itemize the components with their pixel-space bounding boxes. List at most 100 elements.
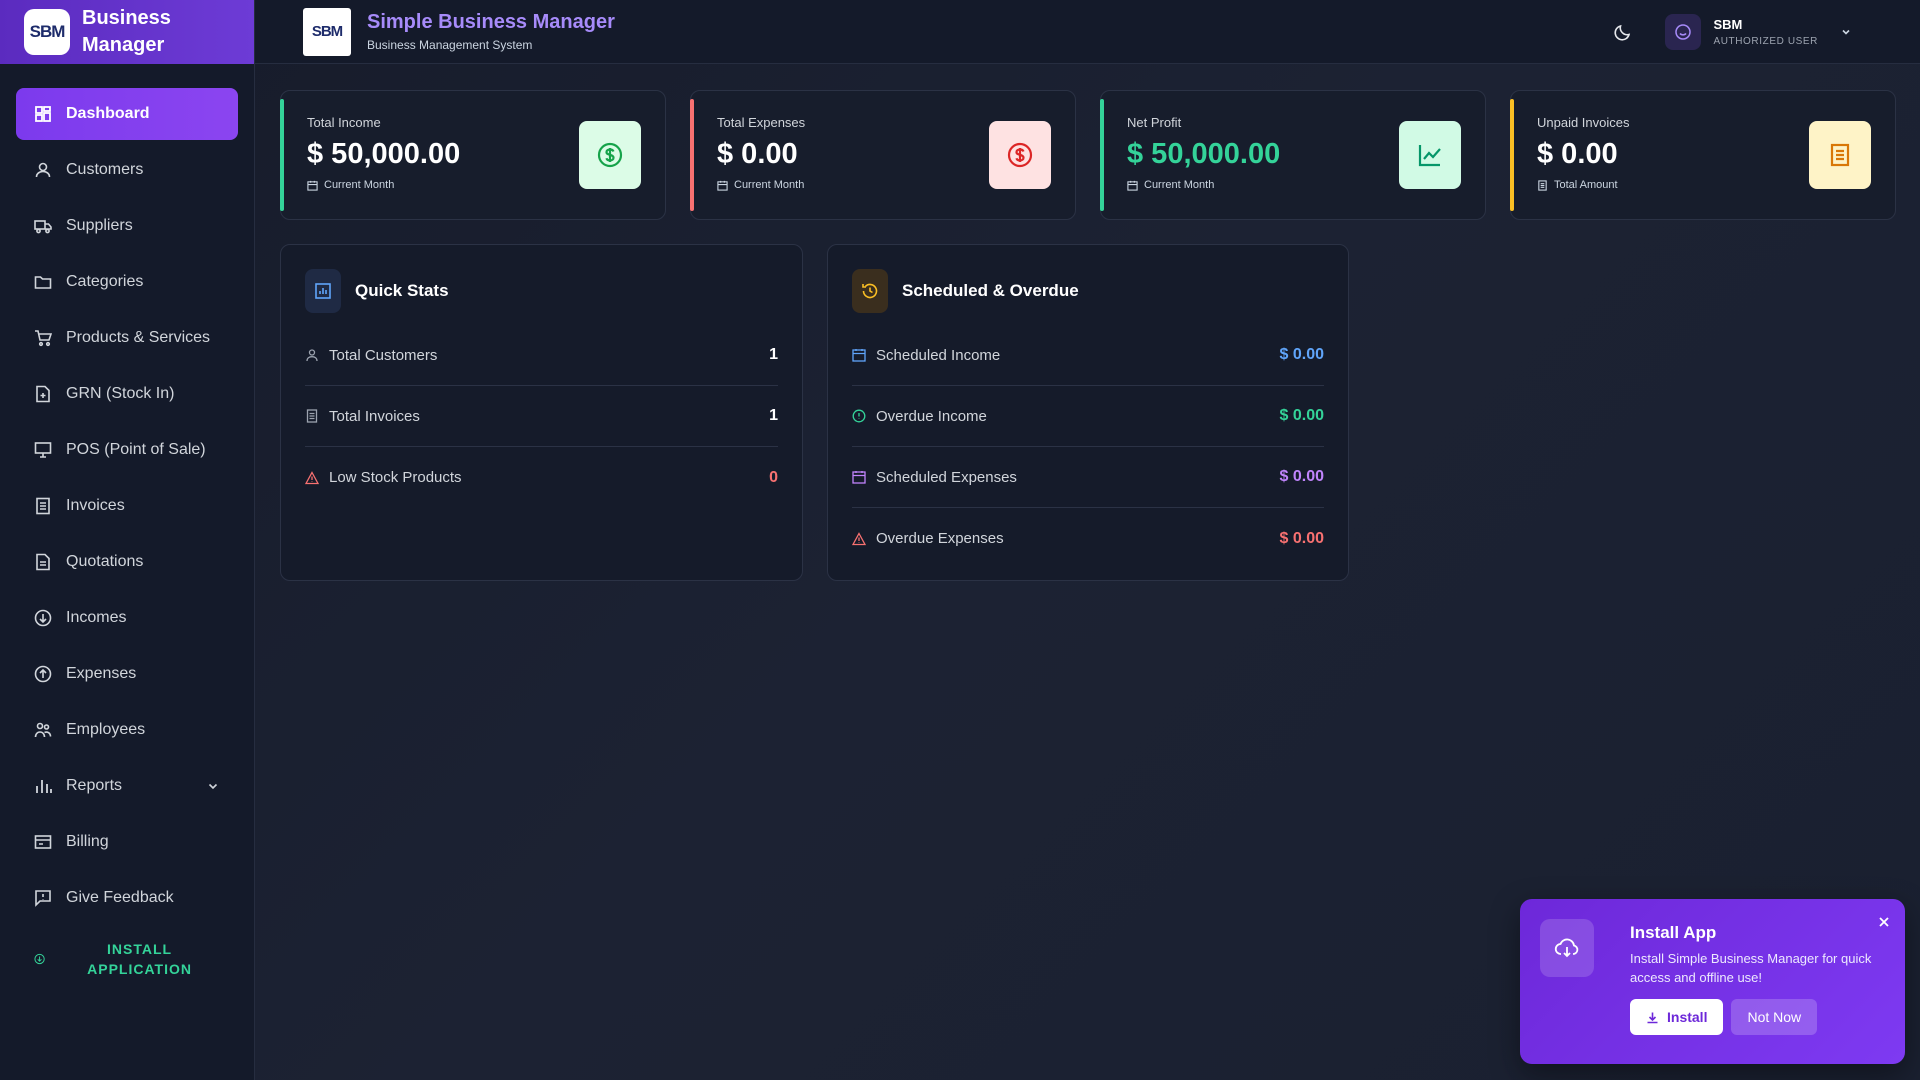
document-icon (1538, 179, 1547, 191)
sidebar-item-products[interactable]: Products & Services (16, 312, 238, 364)
sidebar-item-pos[interactable]: POS (Point of Sale) (16, 424, 238, 476)
stat-cards: Total Income $ 50,000.00 Current Month T… (280, 90, 1896, 220)
sidebar-item-label: Suppliers (66, 217, 133, 234)
sidebar-item-reports[interactable]: Reports (16, 760, 238, 812)
brand-logo: SBM (24, 9, 70, 55)
stat-icon-box (1399, 121, 1461, 189)
header-text: Simple Business Manager Business Managem… (367, 11, 615, 52)
sidebar-brand[interactable]: SBM Business Manager (0, 0, 254, 64)
sidebar-item-label: Products & Services (66, 329, 211, 346)
row-value: $ 0.00 (1279, 529, 1324, 547)
row-label: Scheduled Expenses (876, 468, 1017, 486)
grid-icon (35, 106, 51, 122)
chevron-down-icon[interactable] (206, 779, 220, 793)
install-button-label: Install (1667, 1009, 1708, 1025)
stat-card-total-income: Total Income $ 50,000.00 Current Month (280, 90, 666, 220)
sidebar-item-label: Employees (66, 721, 146, 738)
billing-icon (34, 835, 52, 849)
row-value: 1 (769, 346, 778, 363)
row-label: Total Customers (329, 346, 438, 364)
file-plus-icon (36, 385, 50, 403)
sidebar-item-label: Billing (66, 833, 109, 850)
calendar-icon (1127, 180, 1138, 191)
not-now-button[interactable]: Not Now (1731, 999, 1818, 1035)
arrow-down-circle-icon (34, 609, 52, 627)
user-icon (35, 162, 51, 178)
row-value: $ 0.00 (1279, 407, 1324, 424)
invoice-icon (36, 497, 50, 515)
people-icon (34, 722, 52, 738)
folder-icon (34, 276, 52, 289)
user-name: SBM (1713, 16, 1743, 32)
row-overdue-income: Overdue Income $ 0.00 (852, 386, 1324, 447)
header-actions: SBM AUTHORIZED USER (1603, 8, 1872, 56)
moon-icon (1614, 24, 1631, 41)
row-label: Overdue Expenses (876, 530, 1004, 547)
feedback-icon (35, 890, 51, 907)
cloud-download-icon (34, 953, 45, 965)
document-icon (306, 409, 318, 423)
panel-header: Scheduled & Overdue (852, 269, 1324, 313)
stat-icon-box (989, 121, 1051, 189)
dollar-circle-icon (597, 142, 623, 168)
toast-title: Install App (1630, 923, 1717, 942)
stat-period-label: Total Amount (1554, 179, 1618, 191)
sidebar-item-label: Dashboard (66, 105, 150, 122)
sidebar: SBM Business Manager Dashboard Customers… (0, 0, 255, 1080)
user-menu[interactable]: SBM AUTHORIZED USER (1661, 8, 1872, 56)
row-overdue-expenses: Overdue Expenses $ 0.00 (852, 508, 1324, 569)
quick-stats-panel: Quick Stats Total Customers 1 Total Invo… (280, 244, 803, 581)
stat-card-unpaid-invoices: Unpaid Invoices $ 0.00 Total Amount (1510, 90, 1896, 220)
sidebar-item-label: Quotations (66, 553, 144, 570)
app-title: Simple Business Manager (367, 11, 615, 33)
bar-chart-icon (36, 780, 52, 793)
sidebar-item-feedback[interactable]: Give Feedback (16, 872, 238, 924)
calendar-icon (852, 471, 866, 484)
theme-toggle-button[interactable] (1603, 12, 1643, 52)
warning-icon (852, 531, 866, 545)
row-label: Scheduled Income (876, 346, 1001, 364)
sidebar-item-label: Customers (66, 161, 144, 178)
warning-icon (305, 470, 319, 484)
sidebar-item-suppliers[interactable]: Suppliers (16, 200, 238, 252)
stat-card-total-expenses: Total Expenses $ 0.00 Current Month (690, 90, 1076, 220)
stat-card-net-profit: Net Profit $ 50,000.00 Current Month (1100, 90, 1486, 220)
sidebar-item-grn[interactable]: GRN (Stock In) (16, 368, 238, 420)
sidebar-item-employees[interactable]: Employees (16, 704, 238, 756)
sidebar-item-invoices[interactable]: Invoices (16, 480, 238, 532)
avatar (1665, 13, 1702, 50)
document-icon (1830, 143, 1850, 167)
panel-icon-box (305, 269, 341, 313)
row-value: $ 0.00 (1279, 468, 1324, 485)
sidebar-item-billing[interactable]: Billing (16, 816, 238, 868)
sidebar-item-categories[interactable]: Categories (16, 256, 238, 308)
close-icon[interactable] (1877, 915, 1891, 929)
header-logo: SBM (303, 7, 351, 56)
panel-header: Quick Stats (305, 269, 778, 313)
user-icon (306, 349, 318, 362)
row-label: Low Stock Products (329, 469, 462, 486)
sidebar-nav: Dashboard Customers Suppliers Categories… (0, 64, 254, 924)
stat-row-low-stock: Low Stock Products 0 (305, 447, 778, 508)
sidebar-item-expenses[interactable]: Expenses (16, 648, 238, 700)
install-application-button[interactable]: INSTALL APPLICATION (16, 930, 238, 988)
stat-icon-box (1809, 121, 1871, 189)
sidebar-item-label: Invoices (66, 497, 125, 514)
toast-icon-box (1540, 919, 1594, 977)
chevron-down-icon (1842, 29, 1850, 35)
cart-icon (35, 330, 52, 347)
sidebar-item-incomes[interactable]: Incomes (16, 592, 238, 644)
alert-circle-icon (852, 409, 866, 423)
panel-icon-box (852, 269, 888, 313)
app-subtitle: Business Management System (367, 38, 533, 52)
truck-icon (34, 220, 52, 234)
row-scheduled-income: Scheduled Income $ 0.00 (852, 325, 1324, 386)
install-button[interactable]: Install (1630, 999, 1724, 1035)
row-label: Overdue Income (876, 407, 987, 425)
smile-icon (1675, 23, 1692, 40)
sidebar-item-label: Categories (66, 273, 144, 290)
sidebar-item-dashboard[interactable]: Dashboard (16, 88, 238, 140)
sidebar-item-quotations[interactable]: Quotations (16, 536, 238, 588)
row-value: $ 0.00 (1279, 346, 1324, 363)
sidebar-item-customers[interactable]: Customers (16, 144, 238, 196)
